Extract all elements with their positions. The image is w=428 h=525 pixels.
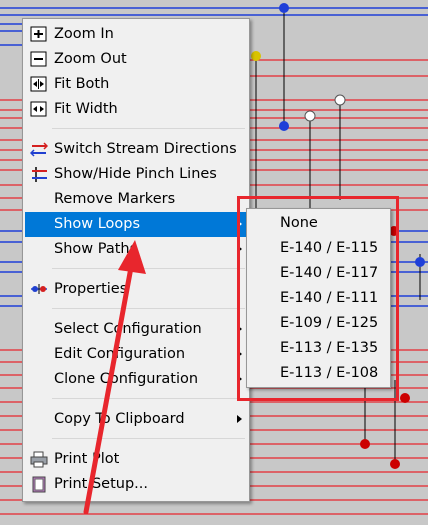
zoom-out-icon (30, 51, 48, 68)
menu-item-clone-configuration[interactable]: Clone Configuration (25, 367, 247, 392)
menu-item-label: Remove Markers (54, 191, 176, 207)
menu-item-fit-width[interactable]: Fit Width (25, 97, 247, 122)
menu-item-zoom-in[interactable]: Zoom In (25, 22, 247, 47)
context-menu: Zoom In Zoom Out Fit Both Fit Width Swit… (22, 18, 250, 502)
menu-item-label: Copy To Clipboard (54, 411, 185, 427)
properties-icon (30, 281, 48, 298)
pinch-lines-icon (30, 166, 48, 183)
menu-item-show-paths[interactable]: Show Paths (25, 237, 247, 262)
fit-both-icon (30, 76, 48, 93)
menu-item-switch-stream-directions[interactable]: Switch Stream Directions (25, 137, 247, 162)
menu-separator (52, 308, 245, 309)
menu-item-label: Show Loops (54, 216, 141, 232)
menu-item-pinch-lines[interactable]: Show/Hide Pinch Lines (25, 162, 247, 187)
fit-width-icon (30, 101, 48, 118)
menu-separator (52, 128, 245, 129)
zoom-in-icon (30, 26, 48, 43)
submenu-arrow-icon (237, 415, 242, 423)
menu-item-label: Zoom In (54, 26, 114, 42)
menu-item-label: Properties (54, 281, 128, 297)
menu-item-fit-both[interactable]: Fit Both (25, 72, 247, 97)
menu-item-label: Fit Both (54, 76, 110, 92)
menu-item-print-plot[interactable]: Print Plot (25, 447, 247, 472)
menu-item-label: Fit Width (54, 101, 118, 117)
menu-item-label: Switch Stream Directions (54, 141, 237, 157)
menu-item-label: Print Setup... (54, 476, 148, 492)
menu-item-zoom-out[interactable]: Zoom Out (25, 47, 247, 72)
menu-item-label: Show/Hide Pinch Lines (54, 166, 217, 182)
menu-item-properties[interactable]: Properties (25, 277, 247, 302)
menu-separator (52, 268, 245, 269)
print-setup-icon (30, 476, 48, 493)
menu-item-label: Print Plot (54, 451, 120, 467)
menu-item-label: Show Paths (54, 241, 138, 257)
menu-separator (52, 398, 245, 399)
menu-item-edit-configuration[interactable]: Edit Configuration (25, 342, 247, 367)
switch-streams-icon (29, 141, 49, 158)
menu-item-label: Zoom Out (54, 51, 127, 67)
printer-icon (30, 451, 48, 468)
menu-item-label: Edit Configuration (54, 346, 186, 362)
menu-separator (52, 438, 245, 439)
menu-item-copy-to-clipboard[interactable]: Copy To Clipboard (25, 407, 247, 432)
menu-item-select-configuration[interactable]: Select Configuration (25, 317, 247, 342)
menu-item-print-setup[interactable]: Print Setup... (25, 472, 247, 497)
annotation-highlight-box (237, 196, 399, 401)
menu-item-label: Select Configuration (54, 321, 202, 337)
menu-item-label: Clone Configuration (54, 371, 199, 387)
menu-item-show-loops[interactable]: Show Loops (25, 212, 247, 237)
menu-item-remove-markers[interactable]: Remove Markers (25, 187, 247, 212)
